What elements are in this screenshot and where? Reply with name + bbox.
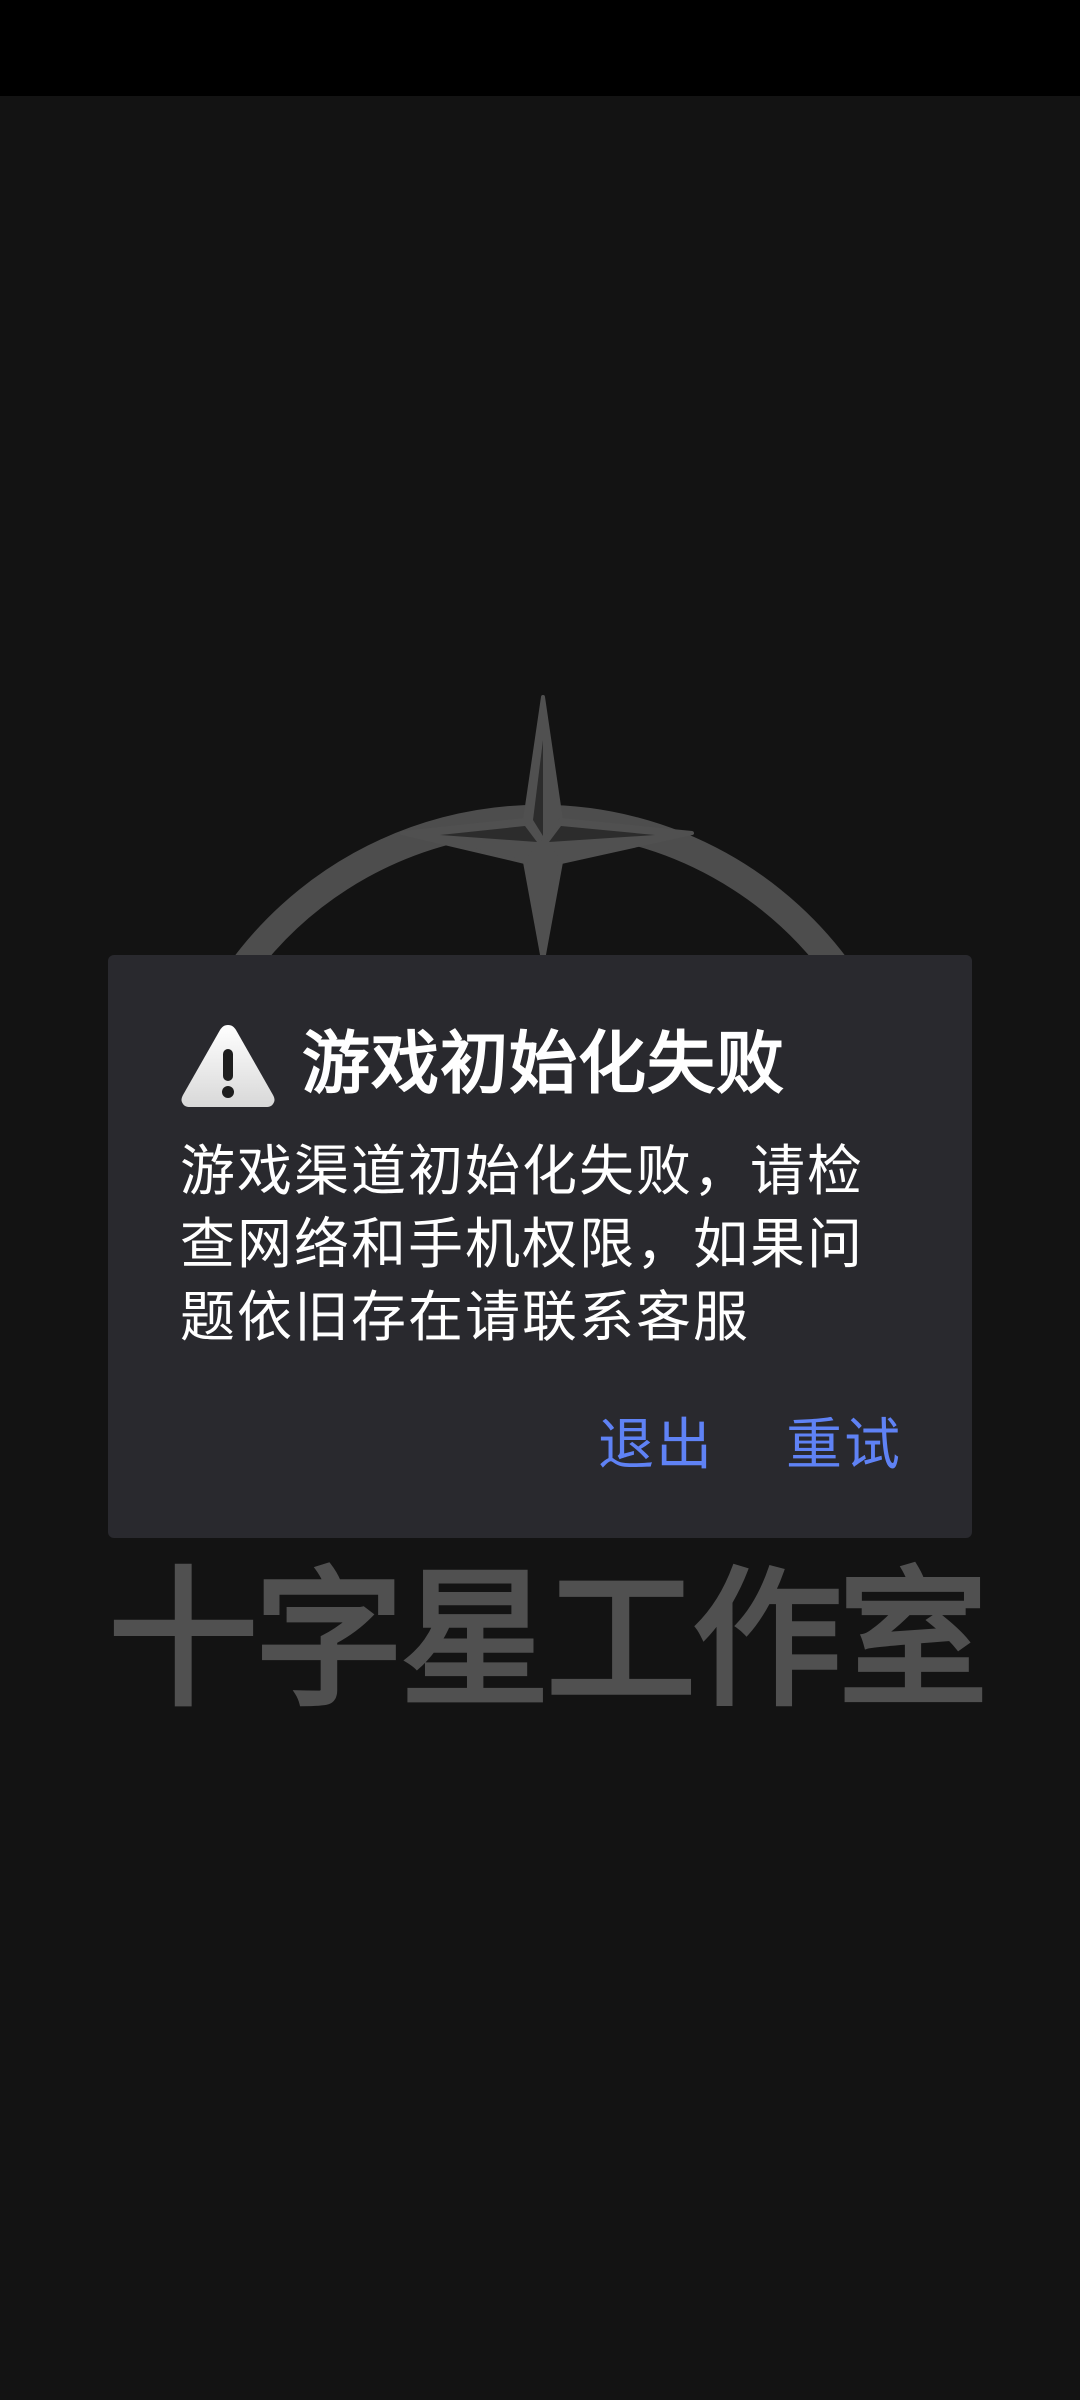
dialog-title: 游戏初始化失败: [302, 1025, 786, 1104]
warning-icon: [181, 1025, 275, 1107]
studio-name-char: 室: [838, 1552, 988, 1728]
studio-name-char: 十: [108, 1552, 258, 1728]
studio-name-char: 作: [692, 1552, 842, 1728]
dialog-header: 游戏初始化失败: [180, 1015, 785, 1115]
studio-name-char: 字: [254, 1552, 404, 1728]
error-dialog: 游戏初始化失败 游戏渠道初始化失败，请检查网络和手机权限，如果问题依旧存在请联系…: [108, 955, 972, 1538]
retry-button[interactable]: 重试: [786, 1406, 902, 1486]
studio-name-char: 工: [546, 1552, 696, 1728]
dialog-actions: 退出 重试: [526, 1406, 902, 1486]
studio-name-char: 星: [400, 1552, 550, 1728]
studio-name: 十 字 星 工 作 室: [108, 1552, 988, 1728]
exit-button[interactable]: 退出: [598, 1406, 714, 1486]
dialog-message: 游戏渠道初始化失败，请检查网络和手机权限，如果问题依旧存在请联系客服: [180, 1139, 865, 1349]
